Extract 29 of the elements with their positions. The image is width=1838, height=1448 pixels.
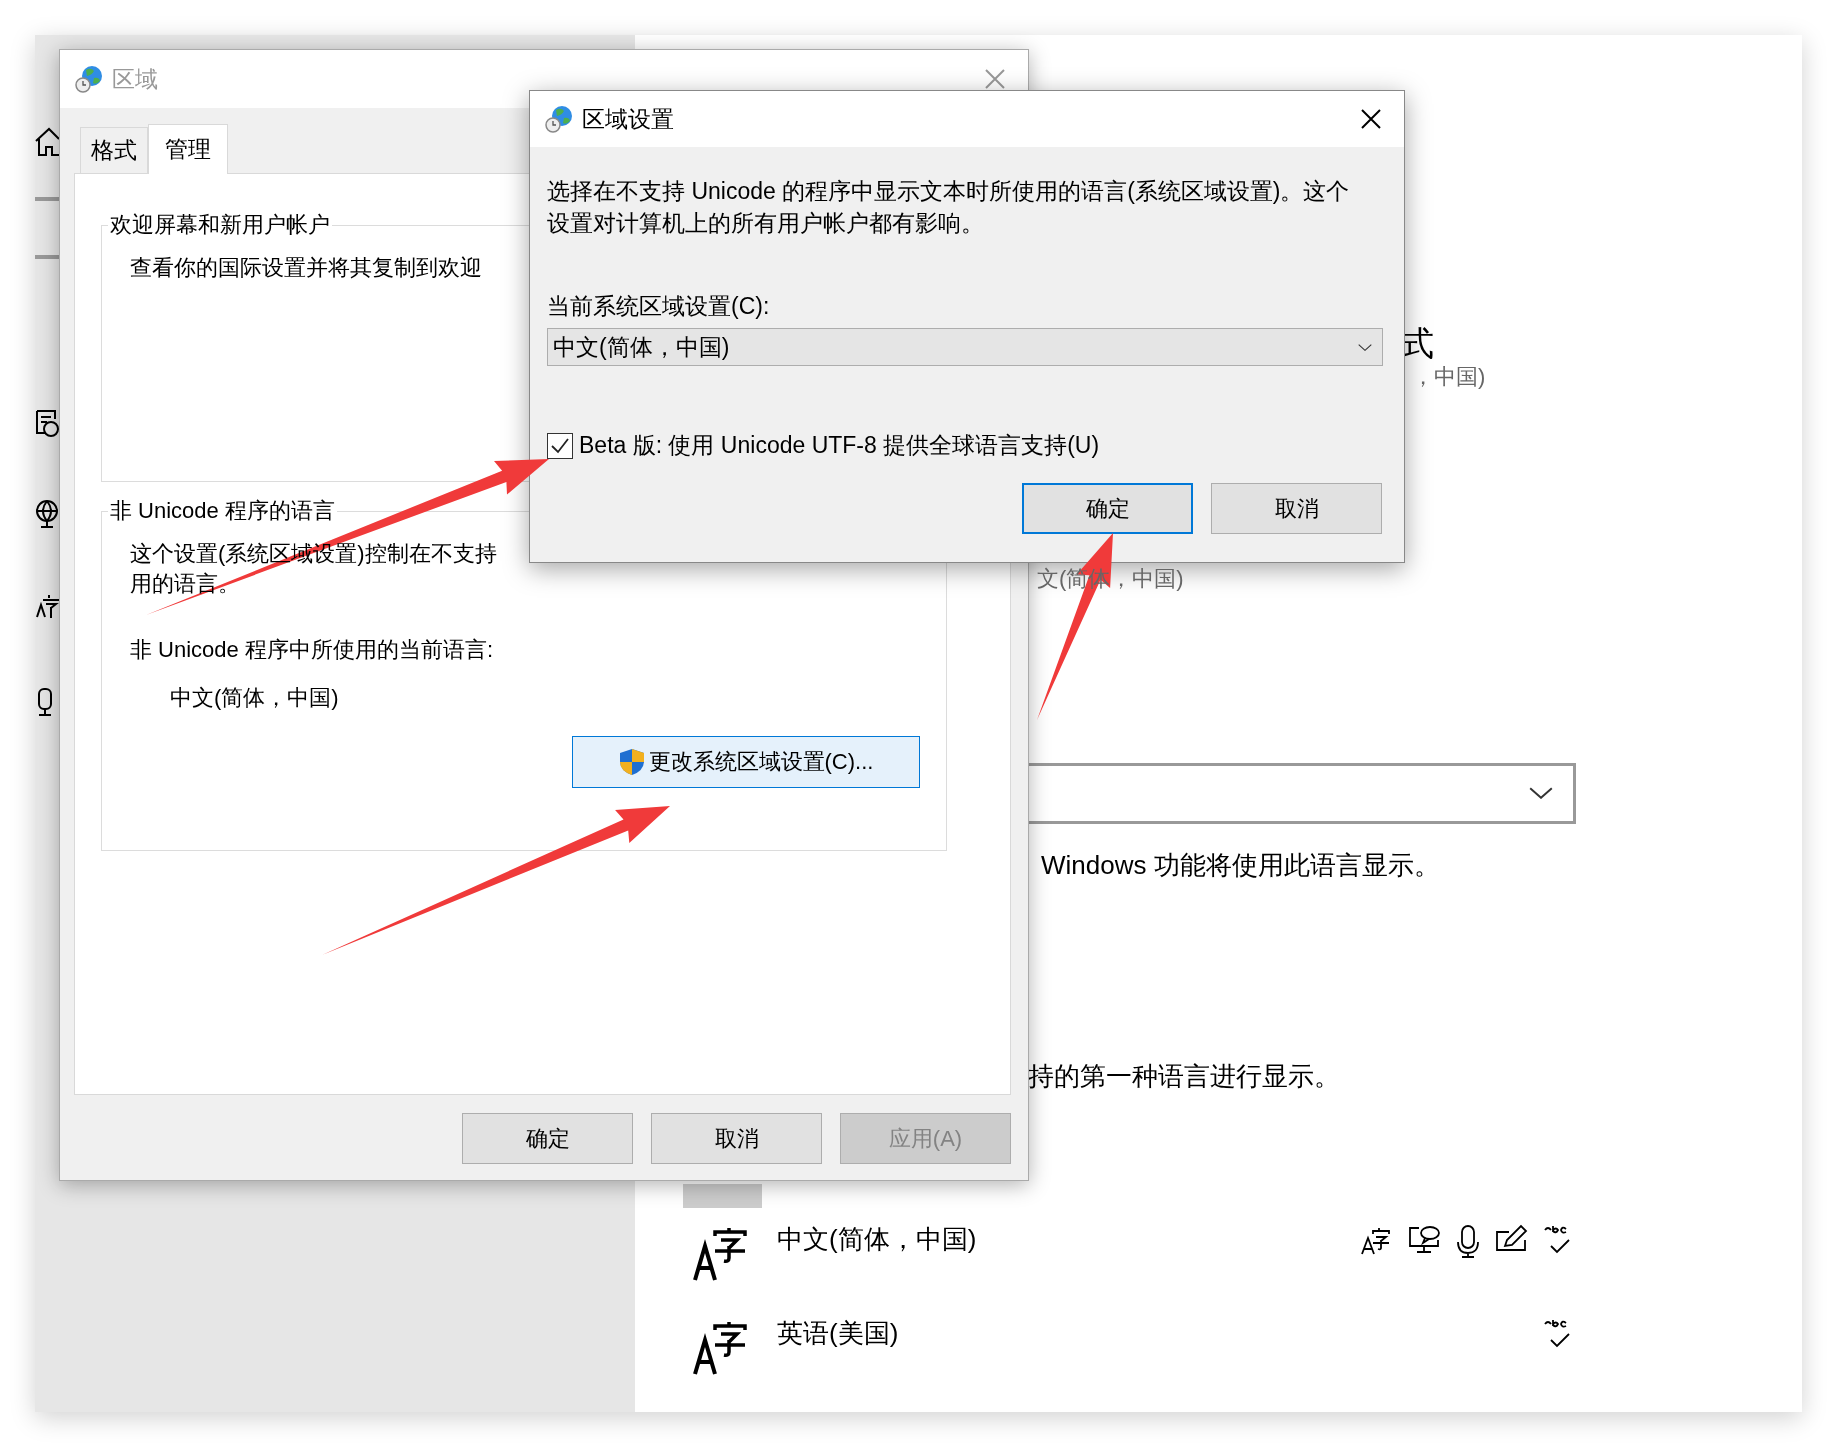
group-text: 查看你的国际设置并将其复制到欢迎 xyxy=(130,254,482,282)
current-language-label: 非 Unicode 程序中所使用的当前语言: xyxy=(130,635,494,664)
dialog-button[interactable]: 确定 xyxy=(462,1113,633,1164)
window-title: 区域 xyxy=(112,64,159,94)
group-title: 欢迎屏幕和新用户帐户 xyxy=(109,211,331,239)
fallback-note: 持的第一种语言进行显示。 xyxy=(1028,1060,1340,1092)
group-title: 非 Unicode 程序的语言 xyxy=(109,497,336,525)
display-language-note: Windows 功能将使用此语言显示。 xyxy=(1041,849,1440,881)
region-format-value: ，中国) xyxy=(1412,363,1486,391)
change-locale-button[interactable]: 更改系统区域设置(C)... xyxy=(572,735,920,788)
description-text: 选择在不支持 Unicode 的程序中显示文本时所使用的语言(系统区域设置)。这个设置对计算机上的所有用户帐户都有影响。 xyxy=(547,177,1351,238)
tab[interactable]: 格式 xyxy=(80,127,148,173)
tab[interactable]: 管理 xyxy=(148,124,228,174)
window-title: 区域设置 xyxy=(582,104,675,134)
group-text: 用的语言。 xyxy=(130,569,240,598)
dialog-button[interactable]: 确定 xyxy=(1022,483,1193,534)
group-text: 这个设置(系统区域设置)控制在不支持 xyxy=(130,540,497,568)
language-name: 中文(简体，中国) xyxy=(777,1222,978,1256)
locale-label: 当前系统区域设置(C): xyxy=(547,292,771,321)
locale-dropdown[interactable]: 中文(简体，中国) xyxy=(547,328,1383,366)
language-item[interactable]: 英语(美国) xyxy=(635,1317,1575,1376)
language-item[interactable]: 中文(简体，中国) xyxy=(635,1223,1575,1282)
checkbox-label: Beta 版: 使用 Unicode UTF-8 提供全球语言支持(U) xyxy=(579,431,1100,460)
current-language-value: 中文(简体，中国) xyxy=(170,683,339,712)
dropdown-value: 中文(简体，中国) xyxy=(553,332,730,362)
dialog-button[interactable]: 取消 xyxy=(651,1113,822,1164)
language-name: 英语(美国) xyxy=(777,1316,900,1350)
dialog-button[interactable]: 取消 xyxy=(1211,483,1382,534)
language-value: 文(简体，中国) xyxy=(1037,566,1184,593)
